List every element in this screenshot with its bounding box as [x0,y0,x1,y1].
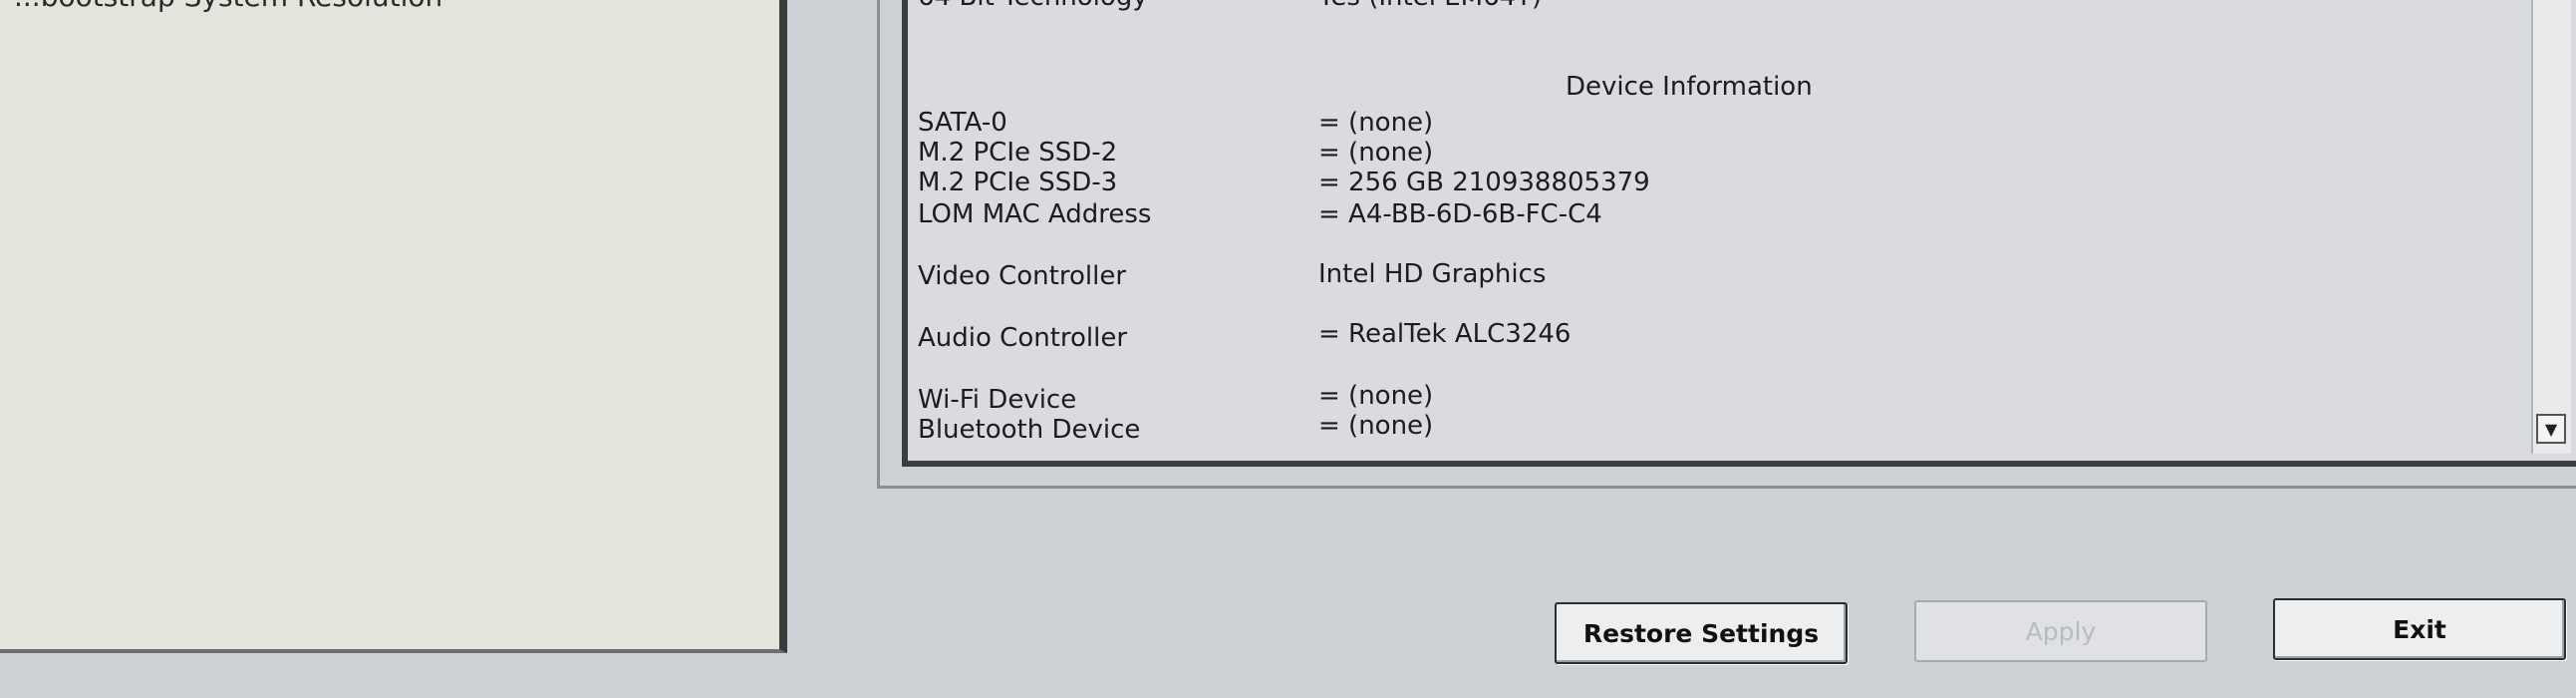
audio-controller-value: = RealTek ALC3246 [1318,319,1572,349]
m2-ssd-3-value: = 256 GB 210938805379 [1318,168,1650,197]
triangle-down-icon: ▼ [2544,419,2558,439]
video-controller-value: Intel HD Graphics [1318,259,1547,289]
audio-controller-label: Audio Controller [918,323,1128,353]
m2-ssd-2-value: = (none) [1318,138,1434,168]
m2-ssd-3-label: M.2 PCIe SSD-3 [918,168,1118,197]
cut-row-label: 64-Bit Technology [918,0,1148,12]
sata-0-label: SATA-0 [918,108,1007,138]
vertical-scrollbar[interactable] [2531,0,2571,454]
lom-mac-label: LOM MAC Address [918,199,1152,229]
restore-settings-button[interactable]: Restore Settings [1555,602,1848,664]
apply-button[interactable]: Apply [1914,600,2207,662]
lom-mac-value: = A4-BB-6D-6B-FC-C4 [1318,199,1602,229]
system-information-box: 64-Bit Technology Yes (Intel EM64T) Devi… [902,0,2576,467]
scroll-down-button[interactable]: ▼ [2536,414,2566,444]
wifi-device-value: = (none) [1318,381,1434,411]
video-controller-label: Video Controller [918,261,1127,291]
bluetooth-device-value: = (none) [1318,411,1434,441]
bluetooth-device-label: Bluetooth Device [918,415,1141,445]
sata-0-value: = (none) [1318,108,1434,138]
left-panel-partial-text: ...bootstrap System Resolution [14,0,442,13]
settings-tree-panel[interactable]: ...bootstrap System Resolution [0,0,787,653]
m2-ssd-2-label: M.2 PCIe SSD-2 [918,138,1118,168]
cut-row-value: Yes (Intel EM64T) [1318,0,1542,12]
device-information-heading: Device Information [1566,72,1813,102]
exit-button[interactable]: Exit [2273,598,2566,660]
wifi-device-label: Wi-Fi Device [918,385,1077,415]
